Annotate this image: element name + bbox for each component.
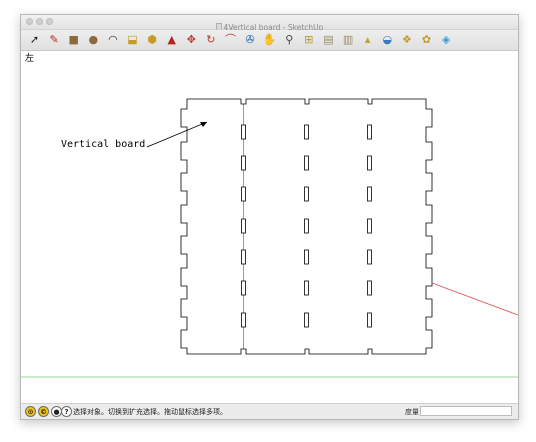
board-slot[interactable] xyxy=(304,155,309,171)
status-bar: ⊙ © ● ? 选择对象。切换到扩充选择。拖动鼠标选择多项。 度量 xyxy=(21,403,518,419)
board-slot[interactable] xyxy=(241,312,246,328)
board-slot[interactable] xyxy=(304,124,309,140)
board-slot[interactable] xyxy=(367,155,372,171)
board-slot[interactable] xyxy=(304,186,309,202)
board-slot[interactable] xyxy=(367,186,372,202)
annotation-leader-line xyxy=(146,121,208,148)
board-slot[interactable] xyxy=(367,312,372,328)
board-slot[interactable] xyxy=(367,249,372,265)
measurements-input[interactable] xyxy=(420,406,512,416)
red-axis-line xyxy=(431,282,518,316)
board-slot[interactable] xyxy=(367,218,372,234)
geo-location-icon[interactable]: ⊙ xyxy=(25,406,36,417)
board-slot[interactable] xyxy=(241,155,246,171)
board-slot[interactable] xyxy=(241,280,246,296)
board-slot[interactable] xyxy=(241,186,246,202)
board-slot[interactable] xyxy=(304,280,309,296)
sketchup-window: 4Vertical board - SketchUp ➚ ✎ ■ ● ◠ ⬓ ⬢ ▲ ✥ ↻ ⌒ ✇ ✋… xyxy=(20,14,519,420)
status-message: 选择对象。切换到扩充选择。拖动鼠标选择多项。 xyxy=(73,408,227,416)
board-slot[interactable] xyxy=(367,124,372,140)
board-slot[interactable] xyxy=(367,280,372,296)
board-slot[interactable] xyxy=(241,124,246,140)
board-slot[interactable] xyxy=(304,312,309,328)
board-slot[interactable] xyxy=(241,249,246,265)
help-icon[interactable]: ? xyxy=(61,406,72,417)
drawing-canvas[interactable] xyxy=(21,15,518,403)
board-slot[interactable] xyxy=(241,218,246,234)
measurements-label: 度量 xyxy=(405,408,419,416)
slot-group xyxy=(241,124,372,328)
credits-icon[interactable]: © xyxy=(38,406,49,417)
board-slot[interactable] xyxy=(304,218,309,234)
annotation-label[interactable]: Vertical board xyxy=(61,139,145,150)
board-slot[interactable] xyxy=(304,249,309,265)
